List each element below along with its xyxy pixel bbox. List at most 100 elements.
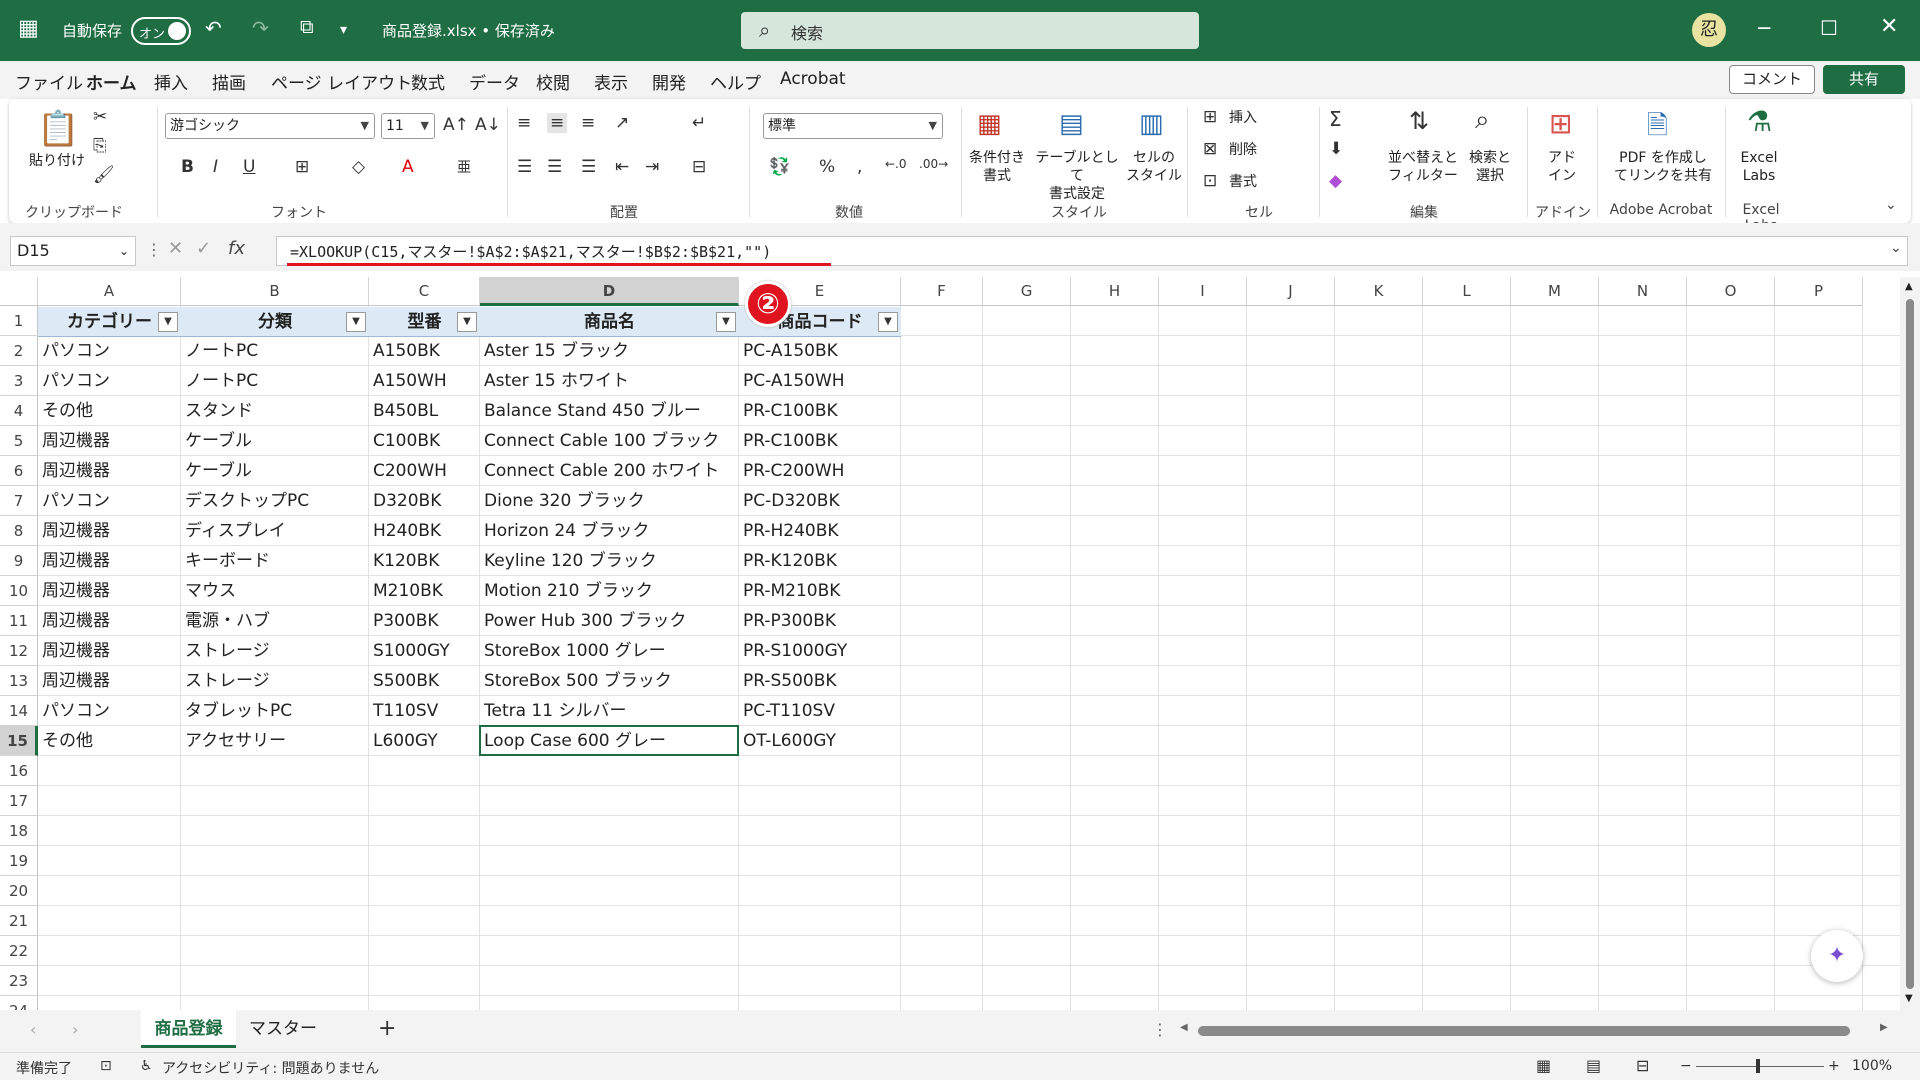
table-cell[interactable]: PC-T110SV (739, 696, 901, 726)
tab-view[interactable]: 表示 (594, 69, 628, 94)
search-box[interactable]: ⌕ 検索 (741, 12, 1199, 49)
table-cell[interactable]: P300BK (369, 606, 480, 636)
row-header[interactable]: 23 (0, 966, 38, 996)
table-cell[interactable]: ストレージ (181, 636, 369, 666)
table-cell[interactable]: StoreBox 500 ブラック (480, 666, 739, 696)
table-cell[interactable]: PR-C200WH (739, 456, 901, 486)
table-cell[interactable]: D320BK (369, 486, 480, 516)
row-header[interactable]: 22 (0, 936, 38, 966)
table-cell[interactable]: Power Hub 300 ブラック (480, 606, 739, 636)
phonetic-icon[interactable]: 亜 (457, 157, 471, 177)
accessibility-status[interactable]: アクセシビリティ: 問題ありません (162, 1058, 379, 1078)
table-cell[interactable]: Aster 15 ブラック (480, 336, 739, 366)
column-header-g[interactable]: G (983, 277, 1071, 306)
addins-button[interactable]: アド イン (1537, 149, 1587, 185)
accessibility-icon[interactable]: ♿ (140, 1058, 153, 1074)
zoom-in-icon[interactable]: + (1828, 1058, 1840, 1074)
font-size-select[interactable]: 11 ▼ (381, 113, 435, 139)
decrease-decimal-icon[interactable]: .00→ (919, 157, 948, 171)
prev-sheet-icon[interactable]: ‹ (30, 1020, 36, 1039)
table-cell[interactable]: その他 (38, 726, 181, 756)
decrease-font-icon[interactable]: A↓ (475, 115, 501, 135)
paste-button[interactable]: 貼り付け (27, 152, 87, 170)
scroll-left-icon[interactable]: ◀ (1180, 1022, 1188, 1033)
table-format-icon[interactable]: ▤ (1059, 109, 1084, 139)
tab-page-layout[interactable]: ページ レイアウト (271, 69, 412, 94)
table-cell[interactable]: OT-L600GY (739, 726, 901, 756)
font-name-select[interactable]: 游ゴシック ▼ (165, 113, 375, 139)
minimize-icon[interactable]: ─ (1758, 16, 1770, 40)
select-all-corner[interactable] (0, 277, 38, 306)
sort-filter-button[interactable]: 並べ替えと フィルター (1385, 149, 1461, 185)
tab-help[interactable]: ヘルプ (710, 69, 761, 94)
zoom-level[interactable]: 100% (1852, 1058, 1892, 1074)
table-cell[interactable]: Tetra 11 シルバー (480, 696, 739, 726)
filter-dropdown-icon[interactable]: ▼ (878, 312, 898, 332)
redo-icon[interactable]: ↷ (252, 16, 269, 40)
horizontal-scroll-thumb[interactable] (1198, 1026, 1850, 1036)
delete-cells-icon[interactable]: ⊠ (1203, 139, 1217, 159)
row-header[interactable]: 20 (0, 876, 38, 906)
border-icon[interactable]: ⊞ (295, 157, 309, 177)
increase-font-icon[interactable]: A↑ (443, 115, 469, 135)
row-header[interactable]: 17 (0, 786, 38, 816)
table-cell[interactable]: StoreBox 1000 グレー (480, 636, 739, 666)
cancel-icon[interactable]: ✕ (168, 238, 183, 259)
table-cell[interactable]: Balance Stand 450 ブルー (480, 396, 739, 426)
table-cell[interactable]: その他 (38, 396, 181, 426)
orientation-icon[interactable]: ↗ (615, 113, 629, 133)
column-header-m[interactable]: M (1511, 277, 1599, 306)
table-cell[interactable]: B450BL (369, 396, 480, 426)
table-cell[interactable]: Keyline 120 ブラック (480, 546, 739, 576)
table-cell[interactable]: PR-K120BK (739, 546, 901, 576)
table-cell[interactable]: 電源・ハブ (181, 606, 369, 636)
normal-view-icon[interactable]: ▦ (1536, 1056, 1551, 1075)
table-cell[interactable]: ディスプレイ (181, 516, 369, 546)
customize-qat-icon[interactable]: ▾ (340, 22, 347, 38)
autosave-toggle[interactable]: オン (131, 17, 191, 45)
percent-icon[interactable]: % (819, 157, 835, 177)
table-cell[interactable]: ケーブル (181, 456, 369, 486)
cell-style-icon[interactable]: ▥ (1139, 109, 1164, 139)
spreadsheet-grid[interactable]: A B C D E F G H I J K L M N O P 1 2 3 4 5 6 7 8 9 10 11 12 13 14 15 16 1… (0, 277, 1900, 1010)
table-format-button[interactable]: テーブルとして 書式設定 (1035, 149, 1119, 203)
insert-cells-icon[interactable]: ⊞ (1203, 107, 1217, 127)
fill-color-icon[interactable]: ◇ (352, 157, 365, 177)
table-cell[interactable]: PR-S1000GY (739, 636, 901, 666)
table-cell[interactable]: S1000GY (369, 636, 480, 666)
zoom-slider-thumb[interactable] (1756, 1059, 1760, 1073)
conditional-format-button[interactable]: 条件付き 書式 (967, 149, 1027, 185)
table-cell[interactable]: L600GY (369, 726, 480, 756)
copy-icon[interactable]: ⎘ (93, 136, 107, 156)
row-header[interactable]: 16 (0, 756, 38, 786)
create-pdf-button[interactable]: PDF を作成し てリンクを共有 (1601, 149, 1725, 185)
font-color-icon[interactable]: A (402, 157, 414, 177)
column-header-i[interactable]: I (1159, 277, 1247, 306)
maximize-icon[interactable]: ☐ (1820, 16, 1838, 40)
row-header[interactable]: 6 (0, 456, 38, 486)
table-cell[interactable]: Horizon 24 ブラック (480, 516, 739, 546)
bold-icon[interactable]: B (181, 157, 194, 177)
collapse-ribbon-icon[interactable]: ⌄ (1885, 197, 1897, 213)
insert-cells-button[interactable]: 挿入 (1229, 109, 1257, 127)
tab-formulas[interactable]: 数式 (411, 69, 445, 94)
format-cells-button[interactable]: 書式 (1229, 173, 1257, 191)
merge-center-icon[interactable]: ⊟ (692, 157, 706, 177)
row-header[interactable]: 21 (0, 906, 38, 936)
file-title[interactable]: 商品登録.xlsx • 保存済み (382, 20, 555, 41)
insert-function-icon[interactable]: fx (228, 238, 245, 259)
table-cell[interactable]: 周辺機器 (38, 576, 181, 606)
column-header-j[interactable]: J (1247, 277, 1335, 306)
fill-icon[interactable]: ⬇ (1329, 139, 1343, 159)
table-cell[interactable]: マウス (181, 576, 369, 606)
align-center-icon[interactable]: ☰ (547, 157, 562, 177)
find-icon[interactable]: ⌕ (1475, 105, 1490, 136)
tab-draw[interactable]: 描画 (212, 69, 246, 94)
table-cell[interactable]: キーボード (181, 546, 369, 576)
table-cell[interactable]: パソコン (38, 486, 181, 516)
align-bottom-icon[interactable]: ≡ (581, 113, 595, 133)
wrap-text-icon[interactable]: ↵ (692, 113, 706, 133)
table-cell[interactable]: スタンド (181, 396, 369, 426)
find-select-button[interactable]: 検索と 選択 (1461, 149, 1519, 185)
table-cell[interactable]: ケーブル (181, 426, 369, 456)
